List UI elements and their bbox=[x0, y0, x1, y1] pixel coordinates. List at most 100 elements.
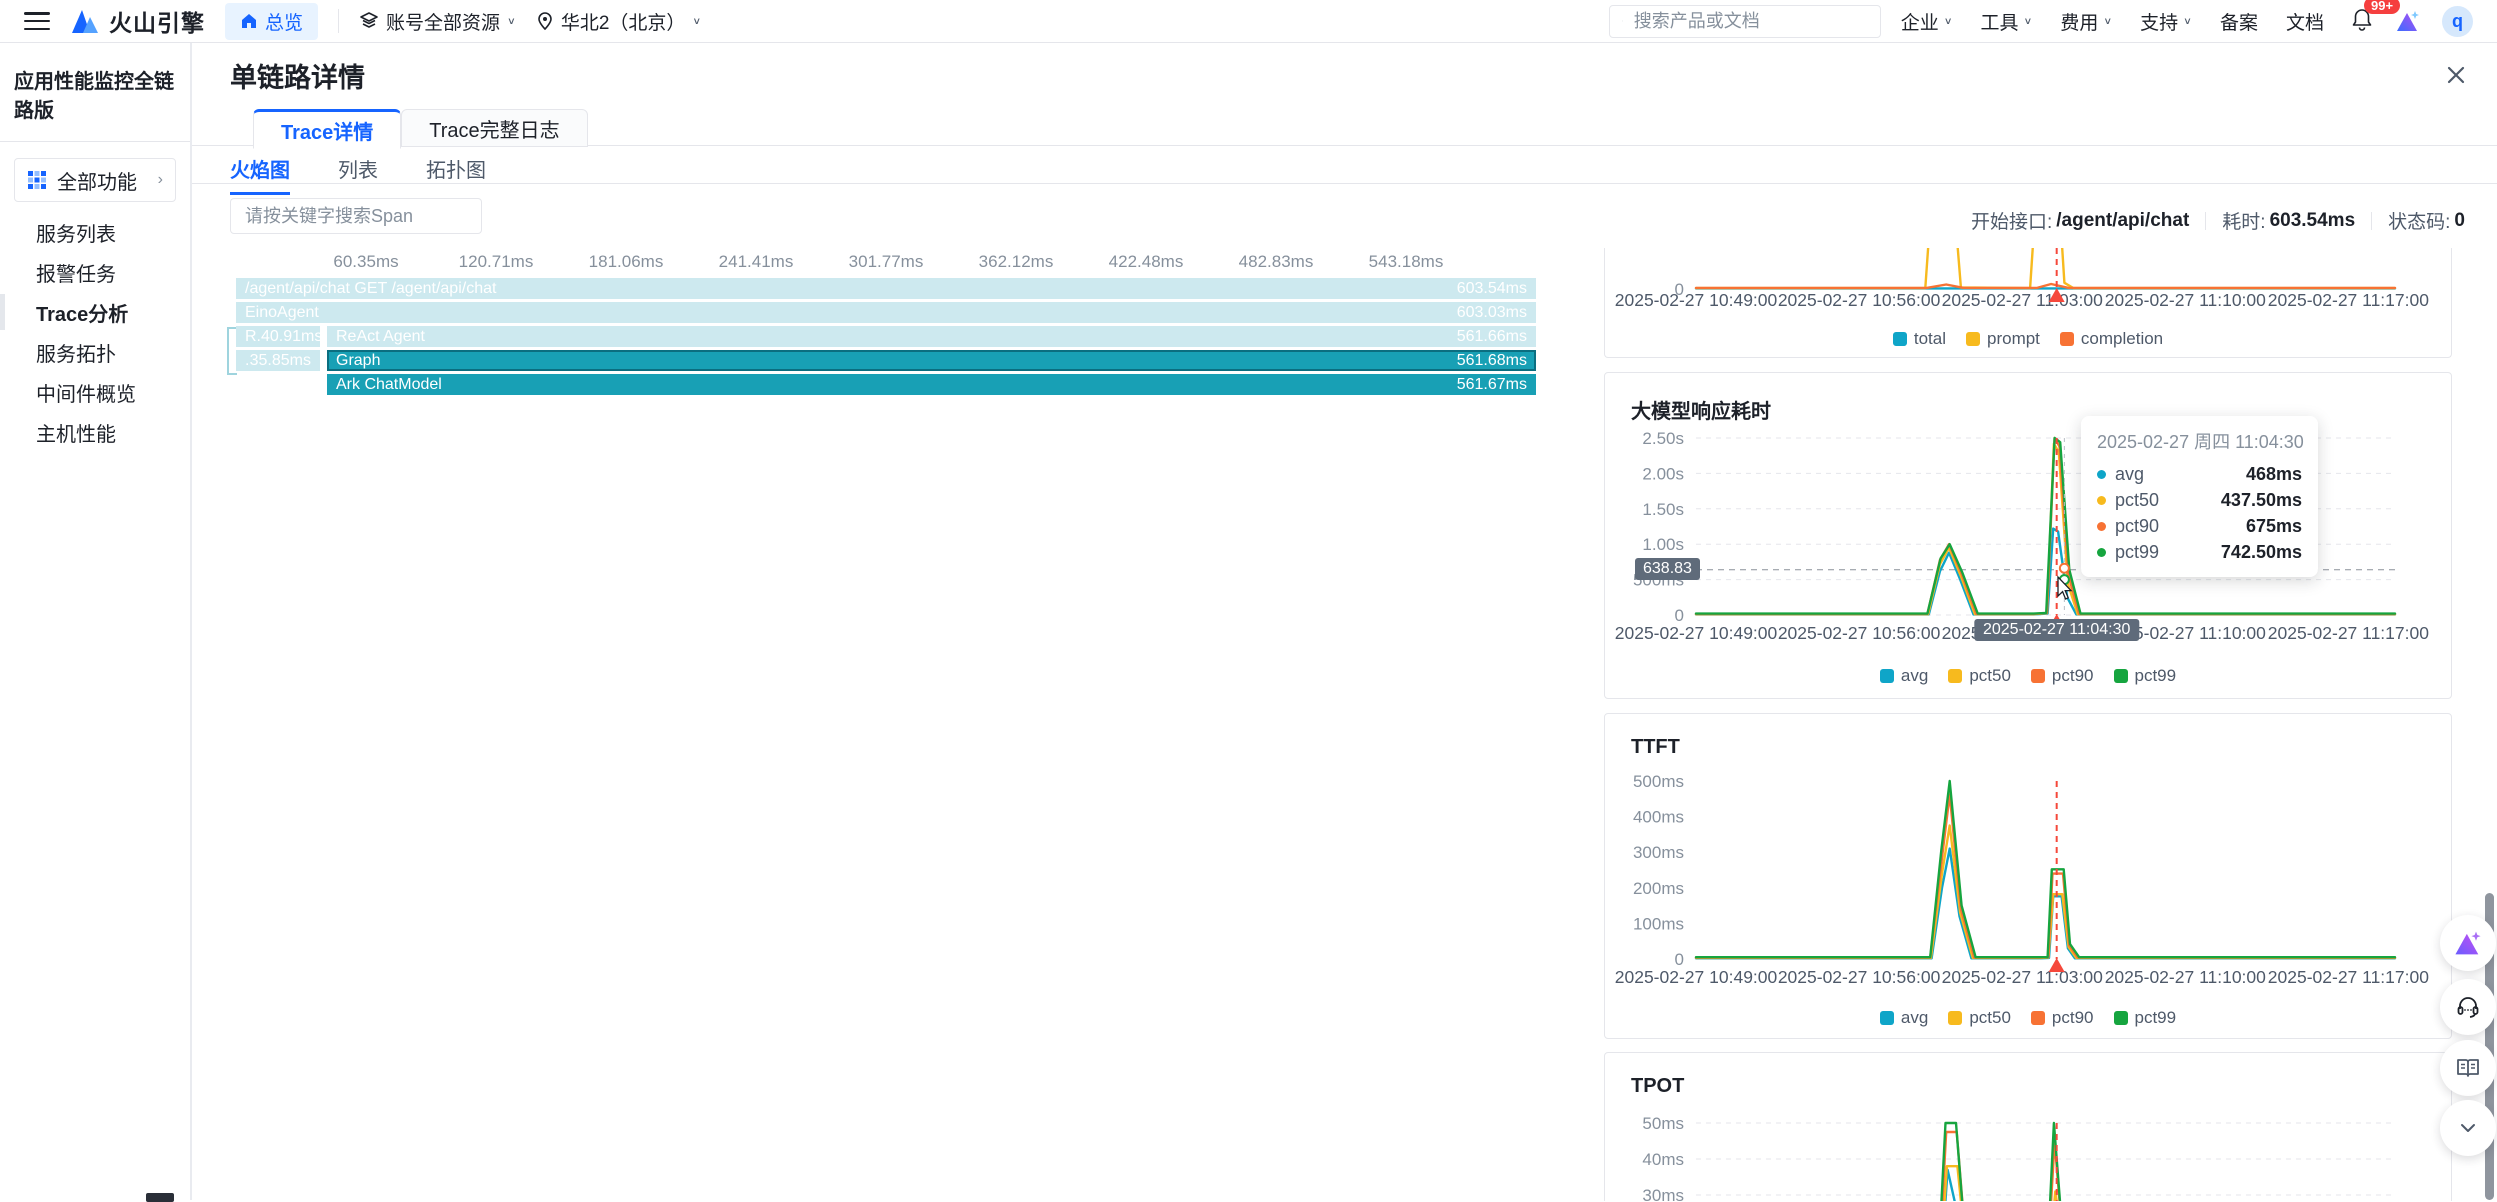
account-resource-selector[interactable]: 账号全部资源 ∨ bbox=[359, 8, 516, 35]
flame-graph: /agent/api/chat GET /agent/api/chat603.5… bbox=[236, 278, 1536, 398]
sidebar-item-Trace分析[interactable]: Trace分析 bbox=[0, 292, 190, 332]
nav-menu-item-label: 备案 bbox=[2220, 8, 2258, 35]
volcengine-logo[interactable]: 火山引擎 bbox=[70, 4, 205, 38]
legend-item-prompt[interactable]: prompt bbox=[1966, 329, 2040, 349]
legend-swatch bbox=[2060, 332, 2074, 346]
chevron-down-icon: ∨ bbox=[1944, 15, 1953, 26]
nav-menu-item[interactable]: 费用∨ bbox=[2060, 8, 2112, 35]
duration-value: 603.54ms bbox=[2270, 210, 2356, 232]
legend-swatch bbox=[1966, 332, 1980, 346]
legend-swatch bbox=[2031, 669, 2045, 683]
subtab-火焰图[interactable]: 火焰图 bbox=[230, 154, 290, 195]
chevron-down-icon bbox=[2456, 1116, 2480, 1140]
flame-span-bar[interactable]: EinoAgent603.03ms bbox=[236, 302, 1536, 323]
all-functions-button[interactable]: 全部功能 › bbox=[14, 158, 176, 202]
legend-item-pct99[interactable]: pct99 bbox=[2114, 666, 2177, 686]
flame-span-bar[interactable]: /agent/api/chat GET /agent/api/chat603.5… bbox=[236, 278, 1536, 299]
tab-Trace详情[interactable]: Trace详情 bbox=[253, 109, 401, 149]
nav-menu-item[interactable]: 工具∨ bbox=[1981, 8, 2033, 35]
flame-span-bar-small[interactable]: R.40.91ms bbox=[236, 326, 320, 347]
nav-menu-item[interactable]: 文档 bbox=[2286, 8, 2324, 35]
threshold-badge: 638.83 bbox=[1635, 558, 1700, 580]
flame-span-bar-small[interactable]: .35.85ms bbox=[236, 350, 320, 371]
notifications-button[interactable]: 99+ bbox=[2350, 7, 2374, 36]
legend-item-avg[interactable]: avg bbox=[1880, 1008, 1928, 1028]
flame-axis-tick: 362.12ms bbox=[979, 252, 1054, 272]
legend-item-completion[interactable]: completion bbox=[2060, 329, 2163, 349]
flame-span-bar[interactable]: Ark ChatModel561.67ms bbox=[327, 374, 1536, 395]
sidebar-item-主机性能[interactable]: 主机性能 bbox=[0, 412, 190, 452]
tooltip-series-name: pct50 bbox=[2115, 490, 2159, 511]
open-book-icon bbox=[2454, 1054, 2482, 1082]
y-axis-tick: 2.50s bbox=[1642, 429, 1684, 448]
y-axis-tick: 100ms bbox=[1633, 914, 1684, 933]
legend-item-pct90[interactable]: pct90 bbox=[2031, 1008, 2094, 1028]
flame-span-bar[interactable]: Graph561.68ms bbox=[327, 350, 1536, 371]
ai-assistant-nav-icon[interactable] bbox=[2394, 8, 2422, 34]
nav-menu-item[interactable]: 备案 bbox=[2220, 8, 2258, 35]
legend-item-pct50[interactable]: pct50 bbox=[1948, 666, 2011, 686]
legend-label: pct90 bbox=[2052, 666, 2094, 686]
chart-legend: total prompt completion bbox=[1605, 329, 2451, 349]
legend-item-total[interactable]: total bbox=[1893, 329, 1946, 349]
flame-axis-tick: 422.48ms bbox=[1109, 252, 1184, 272]
ai-mountain-icon bbox=[2452, 928, 2484, 958]
legend-swatch bbox=[2031, 1011, 2045, 1025]
collapse-fabs-button[interactable] bbox=[2440, 1100, 2496, 1156]
legend-swatch bbox=[1893, 332, 1907, 346]
legend-label: total bbox=[1914, 329, 1946, 349]
user-avatar[interactable]: q bbox=[2442, 6, 2473, 37]
support-button[interactable] bbox=[2440, 979, 2496, 1035]
nav-menu: 企业∨ 工具∨ 费用∨ 支持∨ 备案 文档 bbox=[1901, 8, 2324, 35]
span-label: Graph bbox=[336, 352, 380, 370]
x-axis-tick: 2025-02-27 10:56:00 bbox=[1778, 967, 1941, 987]
page-title: 单链路详情 bbox=[230, 56, 365, 95]
flame-span-bar[interactable]: ReAct Agent561.66ms bbox=[327, 326, 1536, 347]
sidebar-item-服务拓扑[interactable]: 服务拓扑 bbox=[0, 332, 190, 372]
sidebar-collapse-handle[interactable] bbox=[146, 1193, 174, 1202]
sidebar-item-报警任务[interactable]: 报警任务 bbox=[0, 252, 190, 292]
span-search-box[interactable] bbox=[230, 198, 482, 234]
legend-item-pct99[interactable]: pct99 bbox=[2114, 1008, 2177, 1028]
sidebar-item-服务列表[interactable]: 服务列表 bbox=[0, 212, 190, 252]
product-search-input[interactable] bbox=[1632, 10, 1868, 33]
headset-icon bbox=[2454, 993, 2482, 1021]
ai-assistant-button[interactable] bbox=[2440, 915, 2496, 971]
documentation-button[interactable] bbox=[2440, 1040, 2496, 1096]
tab-Trace完整日志[interactable]: Trace完整日志 bbox=[401, 109, 587, 147]
legend-label: pct99 bbox=[2135, 666, 2177, 686]
chart-tooltip: 2025-02-27 周四 11:04:30avg468mspct50437.5… bbox=[2081, 416, 2318, 577]
flame-axis-tick: 241.41ms bbox=[719, 252, 794, 272]
notification-badge: 99+ bbox=[2364, 0, 2400, 14]
hamburger-menu-icon[interactable] bbox=[24, 12, 50, 30]
chart-title: TTFT bbox=[1631, 736, 1680, 759]
nav-menu-item[interactable]: 企业∨ bbox=[1901, 8, 1953, 35]
y-axis-tick: 500ms bbox=[1633, 772, 1684, 791]
flame-row: R.40.91ms ReAct Agent561.66ms bbox=[236, 326, 1536, 347]
legend-item-pct90[interactable]: pct90 bbox=[2031, 666, 2094, 686]
region-label: 华北2（北京） bbox=[561, 8, 686, 35]
span-search-input[interactable] bbox=[243, 205, 479, 228]
legend-swatch bbox=[1880, 1011, 1894, 1025]
legend-item-pct50[interactable]: pct50 bbox=[1948, 1008, 2011, 1028]
subtab-列表[interactable]: 列表 bbox=[338, 154, 378, 195]
search-icon bbox=[1622, 12, 1623, 30]
subtab-拓扑图[interactable]: 拓扑图 bbox=[426, 154, 486, 195]
region-selector[interactable]: 华北2（北京） ∨ bbox=[536, 8, 701, 35]
legend-item-avg[interactable]: avg bbox=[1880, 666, 1928, 686]
chart-title: 大模型响应耗时 bbox=[1631, 395, 1771, 424]
overview-button[interactable]: 总览 bbox=[225, 3, 318, 40]
series-avg bbox=[1696, 1170, 2395, 1201]
legend-label: pct50 bbox=[1969, 1008, 2011, 1028]
series-pct50 bbox=[1696, 1166, 2395, 1201]
overview-label: 总览 bbox=[265, 8, 303, 35]
close-icon[interactable] bbox=[2441, 60, 2471, 90]
nav-menu-item[interactable]: 支持∨ bbox=[2140, 8, 2192, 35]
sidebar-item-中间件概览[interactable]: 中间件概览 bbox=[0, 372, 190, 412]
chevron-down-icon: ∨ bbox=[2024, 15, 2033, 26]
series-pct90 bbox=[1696, 1132, 2395, 1201]
flame-row: Ark ChatModel561.67ms bbox=[236, 374, 1536, 395]
product-search-box[interactable] bbox=[1609, 5, 1881, 38]
home-icon bbox=[240, 12, 258, 30]
tooltip-series-value: 468ms bbox=[2246, 464, 2302, 485]
